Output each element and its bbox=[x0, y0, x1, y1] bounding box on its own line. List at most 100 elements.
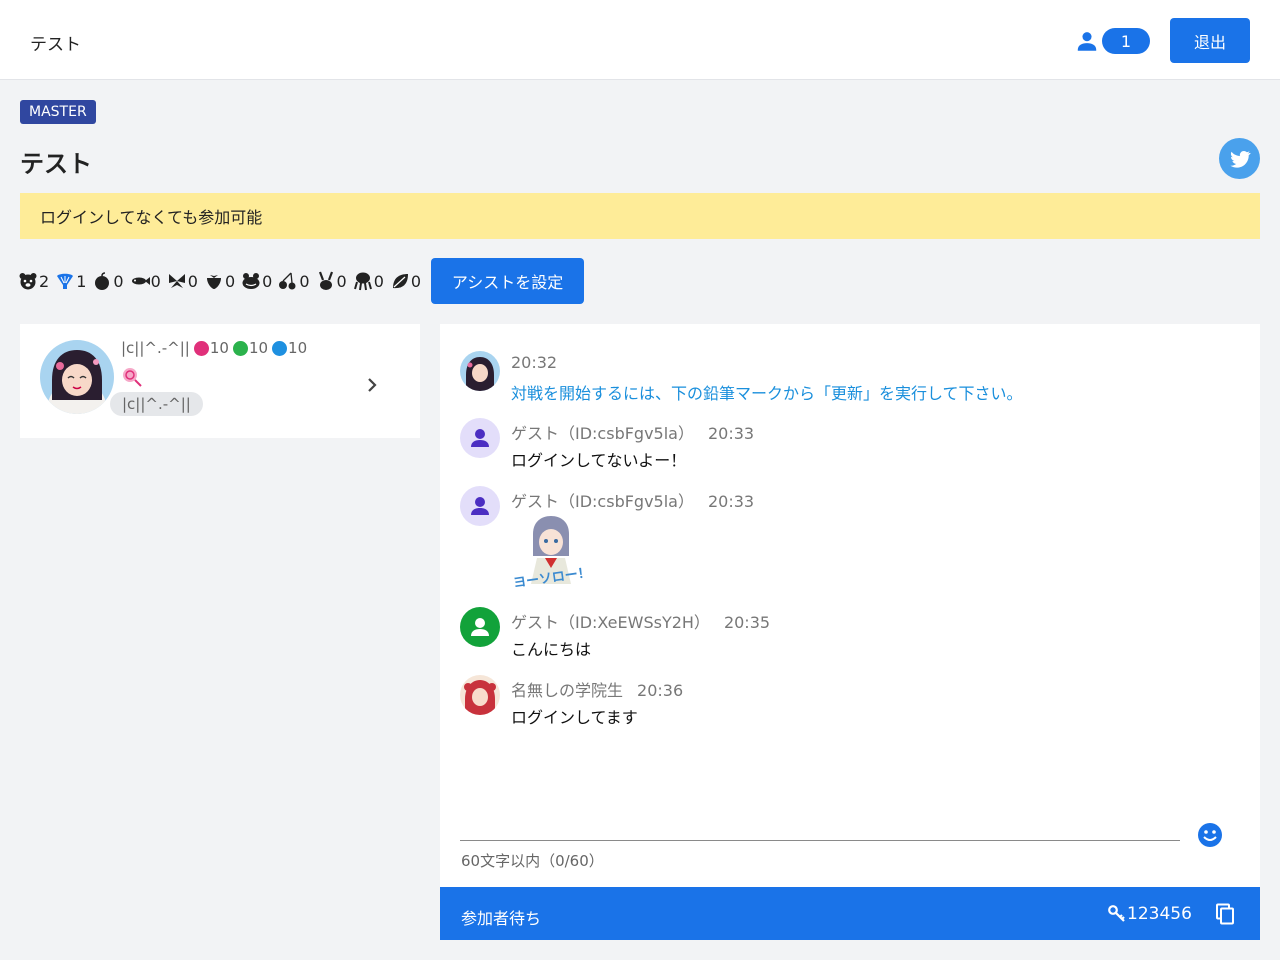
item-count: 0 bbox=[187, 271, 198, 291]
message-meta: ゲスト（ID:csbFgv5la） 20:33 bbox=[511, 420, 754, 444]
item-count: 0 bbox=[410, 271, 422, 291]
user-count-badge: 1 bbox=[1102, 28, 1150, 54]
item-octopus: 0 bbox=[353, 271, 384, 291]
person-icon bbox=[1077, 32, 1097, 51]
app-title: テスト bbox=[30, 35, 81, 55]
rank-badge: MASTER bbox=[20, 100, 96, 124]
message-sender: ゲスト（ID:csbFgv5la） bbox=[511, 492, 694, 511]
message-meta: 名無しの学院生 20:36 bbox=[511, 677, 683, 701]
item-count: 0 bbox=[373, 271, 384, 291]
message-time: 20:33 bbox=[707, 424, 755, 443]
star-icon bbox=[232, 340, 248, 356]
character-avatar bbox=[460, 351, 500, 391]
guest-avatar bbox=[460, 486, 500, 526]
message-meta: ゲスト（ID:XeEWSsY2H） 20:35 bbox=[511, 609, 770, 633]
item-shell: 1 bbox=[55, 271, 86, 291]
sticker-image: ヨーソロー！ bbox=[511, 512, 591, 592]
octopus-icon bbox=[353, 272, 372, 291]
player-name: |c||^.-^|| bbox=[121, 339, 190, 357]
bear-icon bbox=[19, 273, 37, 290]
status-text: 参加者待ち bbox=[461, 909, 542, 928]
notice-banner: ログインしてなくても参加可能 bbox=[20, 193, 1260, 239]
chat-input[interactable] bbox=[460, 840, 1180, 841]
item-count: 0 bbox=[150, 271, 161, 291]
room-key-value: 123456 bbox=[1127, 904, 1192, 924]
player-stat-pink: 10 bbox=[193, 339, 229, 357]
chat-message: 20:32 対戦を開始するには、下の鉛筆マークから「更新」を実行して下さい。 bbox=[460, 351, 1240, 403]
char-count: 60文字以内（0/60） bbox=[461, 852, 604, 870]
message-sender: ゲスト（ID:csbFgv5la） bbox=[511, 424, 694, 443]
player-name-line: |c||^.-^|| 10 10 10 bbox=[121, 339, 307, 357]
room-key: 123456 bbox=[1108, 904, 1192, 924]
butterfly-icon bbox=[168, 274, 185, 288]
message-text: ログインしてないよー！ bbox=[511, 451, 687, 470]
item-count: 0 bbox=[113, 271, 124, 291]
item-apple: 0 bbox=[92, 271, 124, 291]
assist-settings-button[interactable]: アシストを設定 bbox=[431, 258, 585, 304]
room-title: テスト bbox=[20, 150, 92, 178]
twitter-icon bbox=[1229, 150, 1251, 168]
message-time: 20:36 bbox=[637, 681, 684, 700]
message-time: 20:35 bbox=[723, 613, 771, 632]
message-text: こんにちは bbox=[511, 640, 592, 659]
chat-panel: 20:32 対戦を開始するには、下の鉛筆マークから「更新」を実行して下さい。 ゲ… bbox=[440, 324, 1260, 887]
chat-message: ゲスト（ID:csbFgv5la） 20:33 ヨーソロー！ bbox=[460, 486, 1240, 596]
candy-icon bbox=[123, 368, 142, 387]
cherry-icon bbox=[279, 272, 296, 290]
item-fish: 0 bbox=[130, 271, 161, 291]
guest-avatar-green bbox=[460, 607, 500, 647]
exit-button[interactable]: 退出 bbox=[1170, 18, 1250, 63]
frog-icon bbox=[242, 273, 260, 289]
stat-value: 10 bbox=[209, 339, 229, 357]
item-butterfly: 0 bbox=[167, 271, 198, 291]
chat-message: ゲスト（ID:csbFgv5la） 20:33 ログインしてないよー！ bbox=[460, 418, 1240, 470]
item-frog: 0 bbox=[241, 271, 272, 291]
item-count: 0 bbox=[262, 271, 273, 291]
fish-icon bbox=[131, 277, 150, 285]
player-stat-blue: 10 bbox=[272, 339, 307, 357]
item-leaf: 0 bbox=[390, 271, 421, 291]
character-avatar-red bbox=[460, 675, 500, 715]
item-count: 0 bbox=[224, 271, 236, 291]
status-bar: 参加者待ち 123456 bbox=[440, 887, 1260, 940]
message-time: 20:33 bbox=[707, 492, 755, 511]
twitter-share-button[interactable] bbox=[1219, 138, 1260, 179]
item-cherry: 0 bbox=[278, 271, 310, 291]
guest-avatar bbox=[460, 418, 500, 458]
item-strawberry: 0 bbox=[204, 271, 235, 291]
apple-icon bbox=[95, 272, 110, 290]
shell-icon bbox=[57, 273, 74, 289]
player-card[interactable]: |c||^.-^|| 10 10 10 |c||^.-^|| bbox=[20, 324, 420, 438]
emoji-icon[interactable] bbox=[1197, 822, 1223, 848]
message-text: 対戦を開始するには、下の鉛筆マークから「更新」を実行して下さい。 bbox=[511, 384, 1023, 403]
stat-value: 10 bbox=[288, 339, 308, 357]
message-meta: ゲスト（ID:csbFgv5la） 20:33 bbox=[511, 488, 754, 512]
player-avatar bbox=[40, 340, 114, 414]
item-count: 1 bbox=[76, 271, 87, 291]
user-count[interactable]: 1 bbox=[1074, 27, 1150, 55]
chat-message: ゲスト（ID:XeEWSsY2H） 20:35 こんにちは bbox=[460, 607, 1240, 659]
key-icon bbox=[1108, 905, 1125, 922]
player-tag: |c||^.-^|| bbox=[110, 392, 203, 416]
item-count: 0 bbox=[336, 271, 347, 291]
item-counts: 2 1 0 0 0 0 0 0 0 0 0 アシストを設定 bbox=[18, 258, 585, 304]
item-count: 2 bbox=[39, 271, 50, 291]
chevron-right-icon[interactable] bbox=[364, 376, 380, 394]
message-time: 20:32 bbox=[511, 353, 558, 372]
message-text: ログインしてます bbox=[511, 708, 638, 727]
item-bear: 2 bbox=[18, 271, 49, 291]
top-bar: テスト 1 退出 bbox=[0, 0, 1280, 80]
copy-icon[interactable] bbox=[1214, 903, 1236, 925]
message-sender: ゲスト（ID:XeEWSsY2H） bbox=[511, 613, 710, 632]
player-stat-green: 10 bbox=[232, 339, 268, 357]
item-count: 0 bbox=[299, 271, 310, 291]
flower-icon bbox=[193, 340, 209, 356]
chat-message: 名無しの学院生 20:36 ログインしてます bbox=[460, 675, 1240, 727]
leaf-icon bbox=[392, 274, 408, 289]
message-sender: 名無しの学院生 bbox=[511, 681, 624, 700]
strawberry-icon bbox=[206, 275, 221, 289]
message-meta: 20:32 bbox=[511, 353, 557, 372]
drop-icon bbox=[272, 340, 288, 356]
rabbit-icon bbox=[318, 271, 333, 290]
item-rabbit: 0 bbox=[316, 271, 347, 291]
